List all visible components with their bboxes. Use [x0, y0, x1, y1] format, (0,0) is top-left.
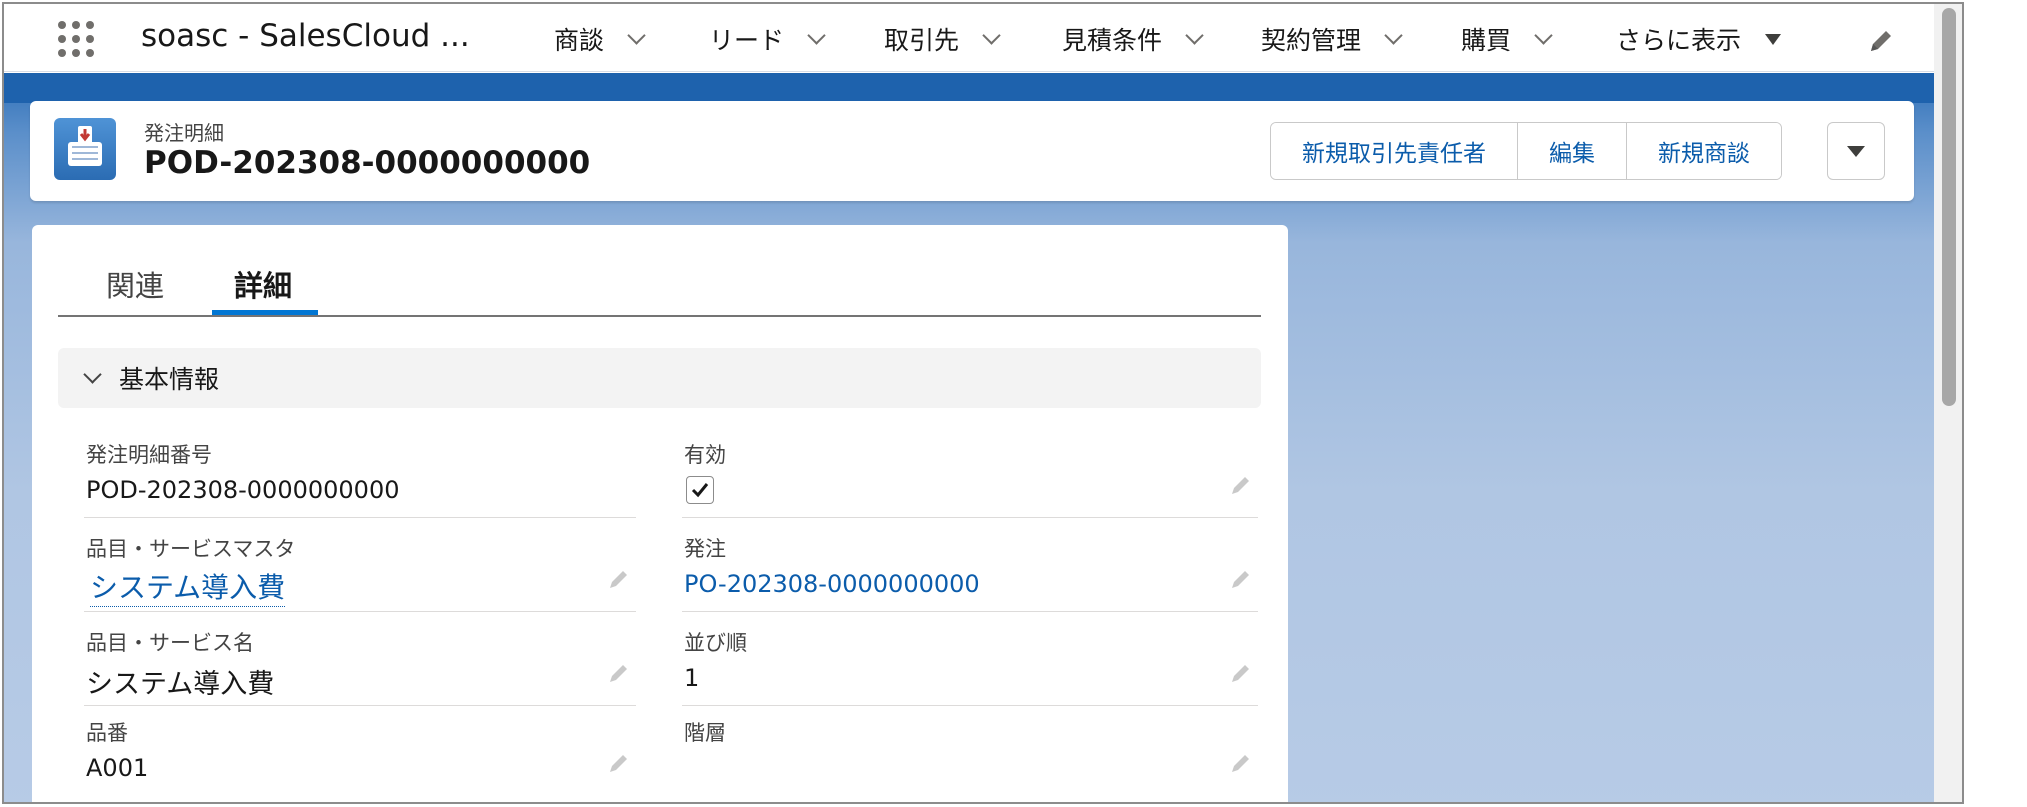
chevron-down-icon[interactable] — [1185, 25, 1204, 45]
chevron-down-icon[interactable] — [627, 25, 646, 45]
field-hierarchy: 階層 — [682, 706, 1258, 796]
new-contact-button[interactable]: 新規取引先責任者 — [1271, 123, 1518, 179]
field-label: 品目・サービスマスタ — [86, 537, 296, 561]
nav-item-opportunities[interactable]: 商談 — [554, 21, 646, 57]
field-item-service-name: 品目・サービス名 システム導入費 — [84, 616, 636, 706]
checkmark-icon — [691, 483, 709, 498]
nav-item-leads[interactable]: リード — [709, 21, 826, 57]
field-po-line-number: 発注明細番号 POD-202308-0000000000 — [84, 428, 636, 518]
tab-related[interactable]: 関連 — [106, 263, 164, 305]
nav-more-label: さらに表示 — [1616, 26, 1742, 55]
nav-item-quote-terms[interactable]: 見積条件 — [1062, 21, 1204, 57]
field-label: 発注明細番号 — [86, 443, 212, 467]
field-label: 発注 — [684, 537, 726, 561]
field-label: 品番 — [86, 721, 128, 745]
pencil-icon[interactable] — [1228, 750, 1254, 776]
pencil-icon[interactable] — [1866, 26, 1896, 56]
more-actions-button[interactable] — [1827, 122, 1885, 180]
vertical-scrollbar[interactable] — [1934, 4, 1962, 802]
tab-details[interactable]: 詳細 — [234, 263, 292, 305]
nav-item-accounts[interactable]: 取引先 — [884, 21, 1001, 57]
scrollbar-thumb[interactable] — [1942, 8, 1956, 406]
item-master-link[interactable]: システム導入費 — [90, 566, 286, 607]
field-label: 並び順 — [684, 631, 747, 655]
app-name: soasc - SalesCloud ... — [141, 18, 470, 54]
record-header: 発注明細 POD-202308-0000000000 新規取引先責任者 編集 新… — [30, 101, 1914, 201]
nav-item-label: 購買 — [1461, 26, 1512, 55]
nav-item-label: 契約管理 — [1261, 26, 1362, 55]
nav-item-label: 商談 — [554, 26, 605, 55]
nav-item-label: リード — [709, 26, 785, 55]
field-sort-order: 並び順 1 — [682, 616, 1258, 706]
field-active: 有効 — [682, 428, 1258, 518]
pencil-icon[interactable] — [1228, 660, 1254, 686]
edit-button[interactable]: 編集 — [1518, 123, 1627, 179]
new-opportunity-button[interactable]: 新規商談 — [1627, 123, 1781, 179]
app-launcher-icon[interactable] — [54, 17, 98, 61]
field-purchase-order: 発注 PO-202308-0000000000 — [682, 522, 1258, 612]
nav-item-label: 取引先 — [884, 26, 960, 55]
purchase-order-link[interactable]: PO-202308-0000000000 — [684, 570, 980, 598]
nav-more-menu[interactable]: さらに表示 — [1616, 21, 1782, 57]
chevron-down-icon — [83, 364, 102, 384]
purchase-order-line-icon — [54, 118, 116, 180]
pencil-icon[interactable] — [606, 750, 632, 776]
nav-item-contracts[interactable]: 契約管理 — [1261, 21, 1403, 57]
pencil-icon[interactable] — [606, 660, 632, 686]
section-title: 基本情報 — [119, 365, 220, 394]
pencil-icon[interactable] — [1228, 566, 1254, 592]
field-label: 階層 — [684, 721, 726, 745]
pencil-icon[interactable] — [606, 566, 632, 592]
field-label: 有効 — [684, 443, 726, 467]
field-label: 品目・サービス名 — [86, 631, 254, 655]
chevron-down-icon[interactable] — [982, 25, 1001, 45]
field-value: 1 — [684, 664, 700, 692]
active-checkbox[interactable] — [686, 476, 714, 504]
pencil-icon[interactable] — [1228, 472, 1254, 498]
record-title: POD-202308-0000000000 — [144, 145, 591, 181]
nav-item-purchasing[interactable]: 購買 — [1461, 21, 1553, 57]
field-value: POD-202308-0000000000 — [86, 476, 400, 504]
nav-item-label: 見積条件 — [1062, 26, 1163, 55]
chevron-down-icon[interactable] — [1384, 25, 1403, 45]
field-item-service-master: 品目・サービスマスタ システム導入費 — [84, 522, 636, 612]
app-window: soasc - SalesCloud ... 商談 リード 取引先 見積条件 契… — [2, 2, 1964, 804]
section-header-basic-info[interactable]: 基本情報 — [58, 348, 1261, 408]
action-button-group: 新規取引先責任者 編集 新規商談 — [1270, 122, 1782, 180]
field-item-number: 品番 A001 — [84, 706, 636, 796]
field-value: A001 — [86, 754, 149, 782]
caret-down-icon — [1765, 33, 1782, 45]
chevron-down-icon[interactable] — [1534, 25, 1553, 45]
chevron-down-icon[interactable] — [807, 25, 826, 45]
field-value: システム導入費 — [86, 669, 275, 700]
brand-band — [4, 73, 1934, 103]
active-tab-indicator — [212, 310, 318, 315]
caret-down-icon — [1847, 145, 1865, 157]
object-label: 発注明細 — [144, 121, 224, 145]
detail-panel: 関連 詳細 基本情報 発注明細番号 POD-202308-0000000000 … — [32, 225, 1288, 802]
global-nav: soasc - SalesCloud ... 商談 リード 取引先 見積条件 契… — [4, 4, 1934, 72]
record-tabs: 関連 詳細 — [58, 225, 1261, 317]
